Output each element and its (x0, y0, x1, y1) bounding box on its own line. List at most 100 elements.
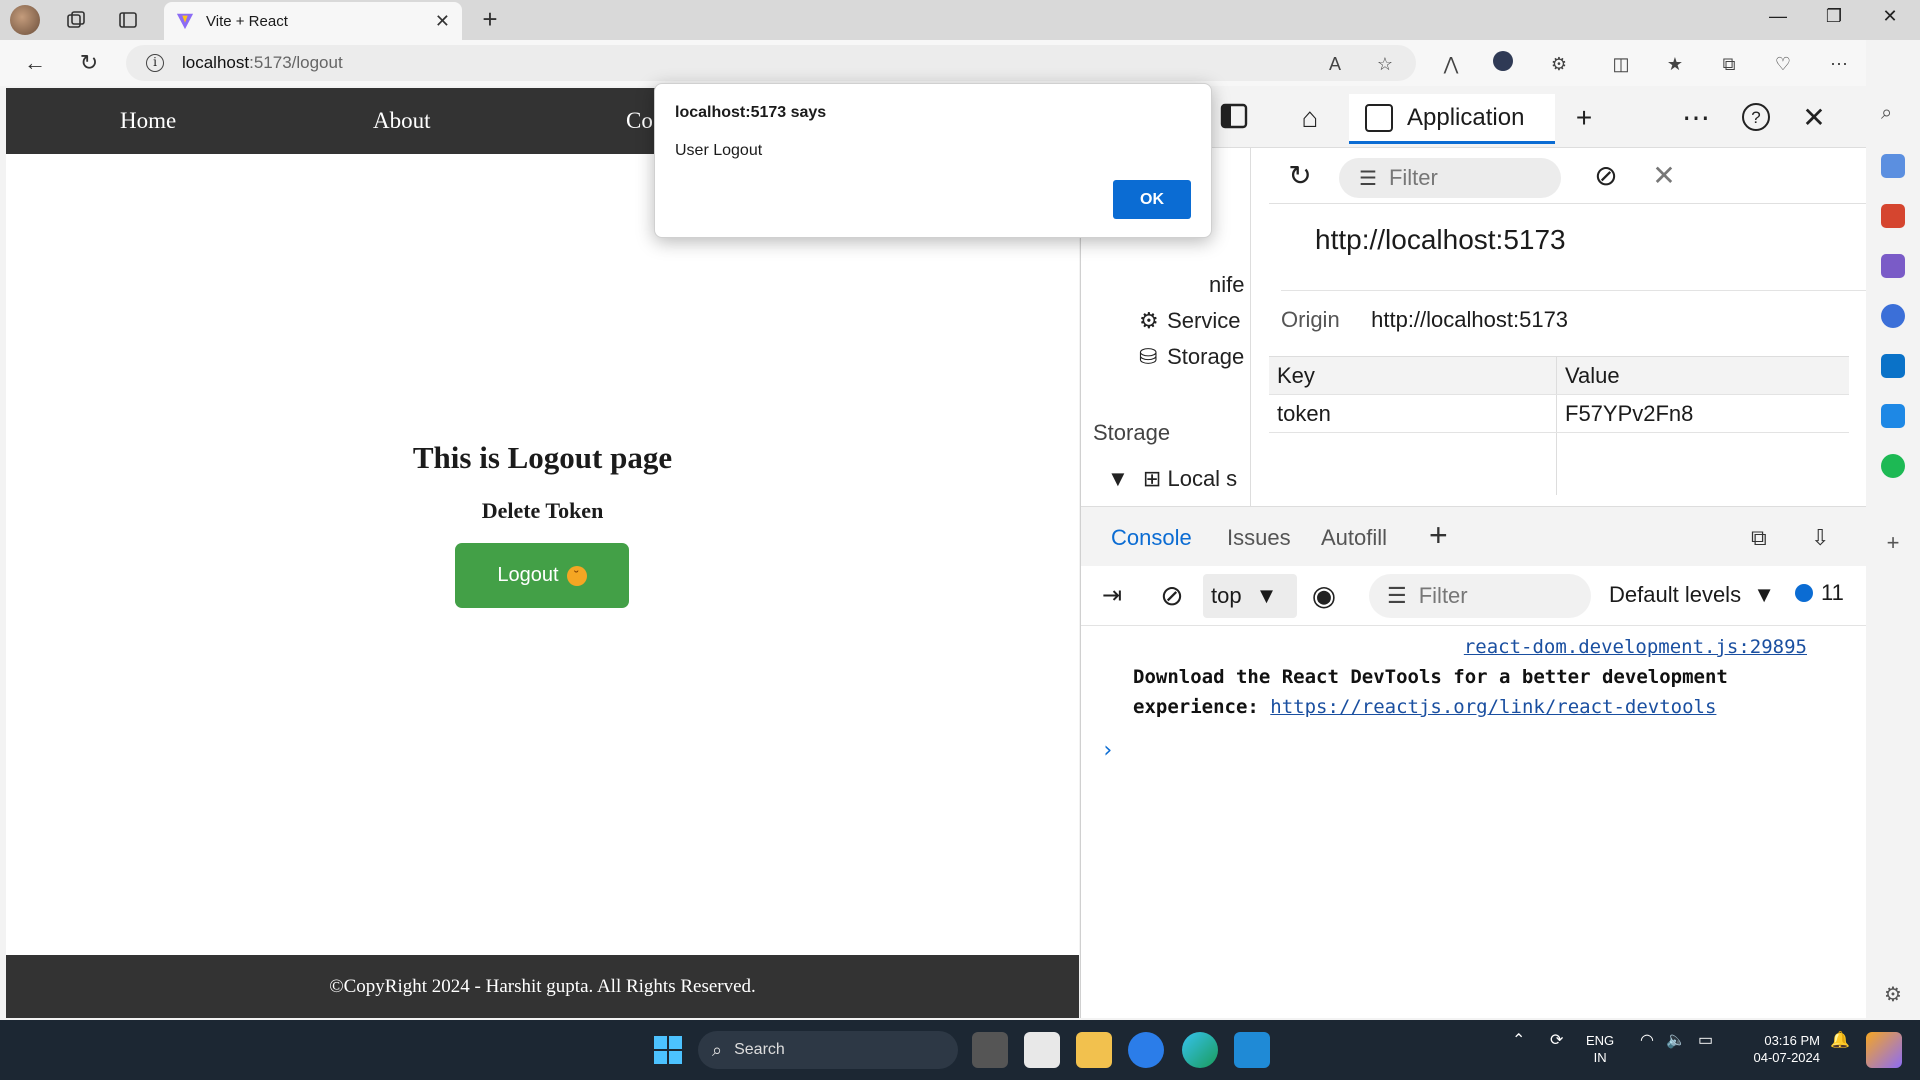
site-info-icon[interactable]: i (146, 54, 164, 72)
log-levels-dropdown[interactable]: Default levels ▼ (1609, 582, 1775, 608)
browser-essentials-icon[interactable]: ♡ (1770, 51, 1796, 77)
console-source-link[interactable]: react-dom.development.js:29895 (1464, 636, 1807, 658)
read-aloud-icon[interactable]: A (1322, 51, 1348, 77)
extensions-icon[interactable]: ⚙ (1546, 51, 1572, 77)
add-sidebar-app-icon[interactable]: + (1881, 530, 1905, 555)
refresh-icon[interactable]: ↻ (1283, 160, 1317, 192)
file-explorer-icon[interactable] (1076, 1032, 1112, 1068)
favorites-icon[interactable]: ★ (1662, 51, 1688, 77)
microsoft365-icon[interactable] (1881, 304, 1905, 328)
clear-console-icon[interactable]: ⊘ (1155, 580, 1189, 612)
maximize-button[interactable]: ❐ (1814, 6, 1854, 27)
shopping-tag-icon[interactable] (1881, 154, 1905, 178)
extension-k-icon[interactable] (1490, 51, 1516, 77)
copilot-mode-icon[interactable]: ⋀ (1438, 51, 1464, 77)
windows-start-icon[interactable] (650, 1032, 686, 1068)
workspaces-icon[interactable] (62, 6, 90, 34)
tab-issues[interactable]: Issues (1227, 525, 1291, 551)
sidebar-item-service-workers[interactable]: ⚙ Service (1139, 308, 1240, 334)
delete-selected-icon[interactable]: ✕ (1647, 160, 1681, 192)
console-prompt-chevron-icon[interactable]: › (1101, 738, 1114, 763)
profile-avatar[interactable] (10, 5, 40, 35)
volume-icon[interactable]: 🔈 (1666, 1032, 1686, 1049)
issues-counter[interactable]: 11 (1795, 580, 1844, 606)
application-icon (1365, 103, 1393, 132)
gear-doc-icon: ⚙ (1139, 308, 1159, 333)
help-icon[interactable]: ? (1739, 102, 1773, 134)
minimize-button[interactable]: — (1758, 6, 1798, 27)
context-selector[interactable]: top ▼ (1203, 574, 1297, 618)
sidebar-item-manifest[interactable]: nife (1209, 272, 1244, 298)
refresh-button[interactable]: ↻ (74, 49, 104, 77)
edge-browser-icon[interactable] (1182, 1032, 1218, 1068)
back-button[interactable]: ← (20, 49, 50, 77)
sidebar-toggle-icon[interactable]: ⇥ (1095, 580, 1129, 612)
console-message-link[interactable]: https://reactjs.org/link/react-devtools (1270, 696, 1716, 718)
store-icon[interactable] (1024, 1032, 1060, 1068)
clear-all-icon[interactable]: ⊘ (1589, 160, 1623, 192)
outlook-icon[interactable] (1881, 354, 1905, 378)
new-tab-button[interactable]: + (474, 4, 506, 35)
more-menu-icon[interactable]: ⋯ (1826, 51, 1852, 77)
tab-autofill[interactable]: Autofill (1321, 525, 1387, 551)
sidebar-section-storage: Storage (1093, 420, 1171, 445)
column-header-value[interactable]: Value (1557, 363, 1849, 389)
url-field[interactable]: i localhost:5173/logout (126, 45, 1416, 81)
nav-about-link[interactable]: About (373, 108, 431, 134)
devtools-more-icon[interactable]: ⋯ (1679, 102, 1713, 134)
dock-drawer-icon[interactable]: ⧉ (1751, 525, 1767, 551)
copilot-taskbar-icon[interactable] (1866, 1032, 1902, 1068)
cell-value[interactable]: F57YPv2Fn8 (1557, 401, 1849, 427)
clock[interactable]: 03:16 PM 04-07-2024 (1740, 1032, 1821, 1066)
notification-bell-icon[interactable]: 🔔 (1830, 1032, 1850, 1049)
language-indicator[interactable]: ENG IN (1586, 1032, 1614, 1066)
clock-date: 04-07-2024 (1753, 1050, 1821, 1065)
console-message: Download the React DevTools for a better… (1133, 662, 1813, 722)
alert-message: User Logout (675, 142, 763, 159)
send-icon[interactable] (1881, 404, 1905, 428)
nav-home-link[interactable]: Home (120, 108, 176, 134)
add-drawer-tab-icon[interactable]: + (1429, 517, 1448, 554)
tools-briefcase-icon[interactable] (1881, 204, 1905, 228)
cell-key[interactable]: token (1269, 395, 1557, 432)
tab-console[interactable]: Console (1111, 525, 1192, 551)
favorite-star-icon[interactable]: ☆ (1372, 51, 1398, 77)
wifi-icon[interactable]: ◠ (1640, 1032, 1654, 1049)
console-filter-input[interactable]: ☰ Filter (1369, 574, 1591, 618)
tab-actions-icon[interactable] (114, 6, 142, 34)
page-subheading: Delete Token (481, 498, 604, 523)
dock-side-icon[interactable] (1217, 102, 1251, 134)
alert-ok-button[interactable]: OK (1113, 180, 1191, 219)
sync-icon[interactable]: ⟳ (1550, 1032, 1563, 1049)
welcome-home-icon[interactable]: ⌂ (1293, 102, 1327, 134)
collapse-drawer-icon[interactable]: ⇩ (1811, 525, 1829, 551)
tab-application[interactable]: Application (1349, 94, 1555, 144)
add-tool-icon[interactable]: + (1567, 102, 1601, 134)
sidebar-settings-gear-icon[interactable]: ⚙ (1881, 982, 1905, 1006)
close-tab-icon[interactable]: ✕ (435, 11, 450, 32)
help-app-icon[interactable] (1128, 1032, 1164, 1068)
column-header-key[interactable]: Key (1269, 357, 1557, 394)
sidebar-item-storage[interactable]: ⛁ Storage (1139, 344, 1244, 370)
show-hidden-icons-chevron-icon[interactable]: ⌃ (1512, 1032, 1525, 1049)
table-row[interactable]: token F57YPv2Fn8 (1269, 395, 1849, 433)
search-icon[interactable]: ⌕ (1881, 102, 1905, 126)
games-icon[interactable] (1881, 254, 1905, 278)
close-window-button[interactable]: ✕ (1870, 6, 1910, 27)
tab-vite-react[interactable]: Vite + React ✕ (164, 2, 462, 40)
logout-button[interactable]: Logout ˘ (455, 543, 629, 608)
origin-heading: http://localhost:5173 (1315, 224, 1566, 255)
taskbar-search[interactable]: ⌕ Search (698, 1031, 958, 1069)
vscode-icon[interactable] (1234, 1032, 1270, 1068)
storage-filter-input[interactable]: ☰ Filter (1339, 158, 1561, 198)
close-devtools-icon[interactable]: ✕ (1797, 102, 1831, 134)
battery-icon[interactable]: ▭ (1698, 1032, 1713, 1049)
live-expression-eye-icon[interactable]: ◉ (1307, 580, 1341, 612)
task-view-icon[interactable] (972, 1032, 1008, 1068)
sidebar-item-local-storage[interactable]: ▼ ⊞ Local s (1107, 466, 1237, 492)
nav-contact-link[interactable]: Co (626, 108, 653, 134)
split-screen-icon[interactable]: ◫ (1608, 51, 1634, 77)
collections-icon[interactable]: ⧉ (1716, 51, 1742, 77)
console-output: react-dom.development.js:29895 Download … (1081, 626, 1867, 1018)
spotify-icon[interactable] (1881, 454, 1905, 478)
